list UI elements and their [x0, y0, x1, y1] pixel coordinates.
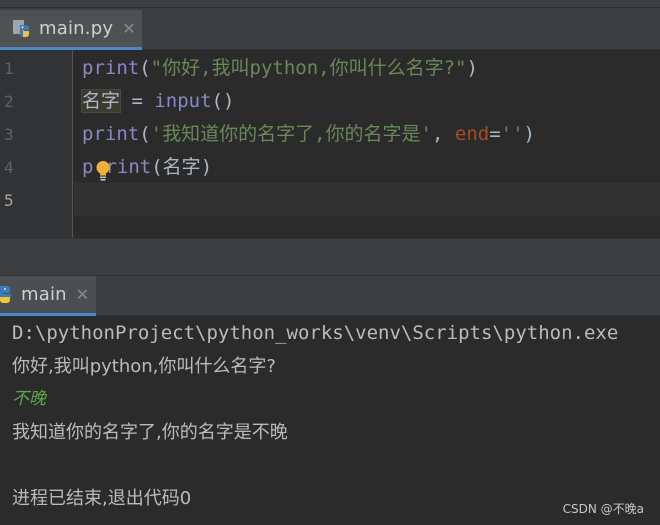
console-line-user-input: 不晚	[12, 389, 46, 409]
variable-reference: 名字	[162, 156, 201, 178]
builtin-input: input	[154, 90, 212, 112]
console-line-output: 你好,我叫python,你叫什么名字?	[12, 356, 276, 377]
paren: )	[466, 57, 478, 79]
line-number: 2	[4, 92, 14, 111]
line-number: 3	[4, 125, 14, 144]
intention-bulb-icon[interactable]	[95, 160, 111, 182]
code-line-2[interactable]: 名字 = input()	[80, 85, 235, 118]
variable-identifier: 名字	[80, 89, 122, 113]
console-line-output: 我知道你的名字了,你的名字是不晚	[12, 422, 288, 443]
builtin-print-start: p	[82, 156, 94, 178]
run-tab-main[interactable]: main ✕	[0, 276, 96, 316]
assign-operator: =	[120, 90, 155, 112]
paren: (	[151, 156, 163, 178]
paren: )	[523, 123, 535, 145]
tab-main-py[interactable]: main.py ✕	[0, 10, 142, 50]
run-console[interactable]: D:\pythonProject\python_works\venv\Scrip…	[0, 316, 660, 525]
keyword-argument: end	[454, 123, 490, 145]
run-tab-label: main	[21, 284, 67, 305]
string-literal-empty: ''	[500, 123, 524, 145]
paren: ()	[211, 90, 235, 112]
paren: (	[139, 123, 151, 145]
run-tab-close-icon[interactable]: ✕	[76, 286, 89, 303]
paren: )	[200, 156, 213, 178]
builtin-print: print	[82, 123, 140, 145]
line-number: 4	[4, 158, 14, 177]
tab-main-py-label: main.py	[39, 18, 114, 39]
code-line-3[interactable]: print('我知道你的名字了,你的名字是', end='')	[82, 118, 535, 151]
tab-close-icon[interactable]: ✕	[122, 20, 135, 37]
code-line-1[interactable]: print("你好,我叫python,你叫什么名字?")	[82, 52, 478, 85]
string-literal: '我知道你的名字了,你的名字是'	[150, 123, 432, 145]
current-line-highlight	[74, 183, 660, 216]
code-editor[interactable]: 1 2 3 4 5 print("你好,我叫python,你叫什么名字?") 名…	[0, 50, 660, 238]
builtin-print-rest: rint	[105, 156, 152, 178]
paren: (	[139, 57, 151, 79]
editor-tab-bar: main.py ✕	[0, 0, 660, 50]
line-number: 1	[4, 59, 14, 78]
line-number-current: 5	[4, 191, 14, 210]
ide-window: main.py ✕ 1 2 3 4 5 print("你好,我叫python,你…	[0, 0, 660, 525]
builtin-print: print	[82, 57, 140, 79]
equals: =	[489, 123, 501, 145]
panel-divider	[0, 238, 660, 276]
tab-bar-top-strip	[0, 0, 660, 8]
python-file-icon	[12, 19, 32, 39]
string-literal: "你好,我叫python,你叫什么名字?"	[150, 57, 467, 79]
watermark: CSDN @不晚a	[562, 502, 644, 516]
python-run-icon	[0, 285, 14, 305]
line-number-gutter: 1 2 3 4 5	[0, 50, 73, 238]
console-line-exit: 进程已结束,退出代码0	[12, 488, 192, 509]
console-line-command: D:\pythonProject\python_works\venv\Scrip…	[12, 322, 619, 344]
comma: ,	[431, 123, 455, 145]
run-tab-bar: main ✕	[0, 276, 660, 316]
